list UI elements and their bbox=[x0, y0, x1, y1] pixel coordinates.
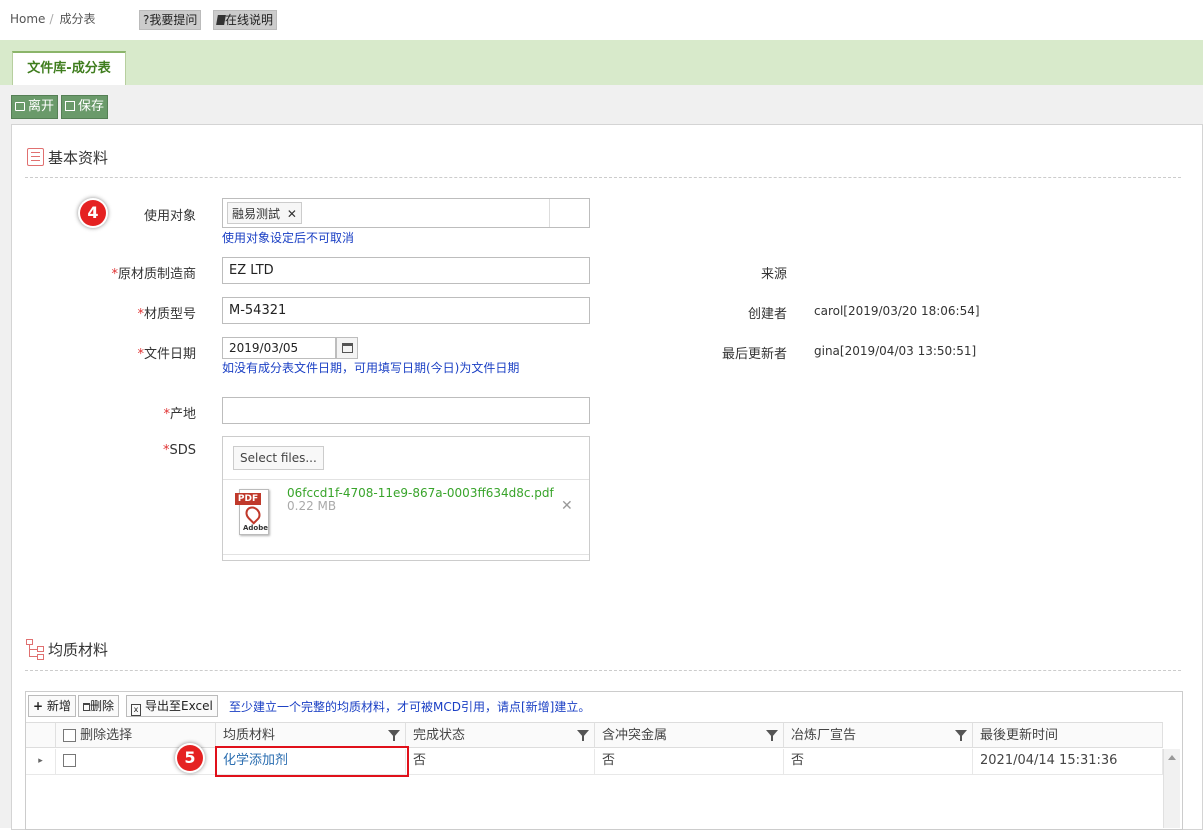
remove-file-icon[interactable]: ✕ bbox=[561, 498, 573, 514]
model-label-text: 材质型号 bbox=[143, 307, 196, 322]
origin-label: *产地 bbox=[76, 403, 196, 422]
smelter-cell: 否 bbox=[784, 749, 973, 775]
save-label: 保存 bbox=[78, 99, 105, 114]
creator-value: carol[2019/03/20 18:06:54] bbox=[814, 304, 980, 318]
sds-label-text: SDS bbox=[169, 443, 196, 458]
delete-label: 删除 bbox=[90, 699, 115, 713]
upload-bottom-divider bbox=[223, 554, 589, 555]
save-button[interactable]: 保存 bbox=[61, 95, 109, 119]
grid-scrollbar[interactable] bbox=[1163, 749, 1180, 828]
section-divider bbox=[25, 670, 1181, 671]
grid-header-smelter[interactable]: 冶炼厂宣告 bbox=[784, 722, 973, 748]
origin-label-text: 产地 bbox=[169, 407, 196, 422]
header-label: 冶炼厂宣告 bbox=[791, 728, 857, 743]
breadcrumb: Home / 成分表 bbox=[10, 10, 96, 27]
export-excel-button[interactable]: x 导出至Excel bbox=[126, 695, 218, 717]
docdate-label-text: 文件日期 bbox=[143, 347, 196, 362]
list-icon bbox=[27, 148, 44, 166]
tab-document-library[interactable]: 文件库-成分表 bbox=[12, 51, 126, 86]
updater-label: 最后更新者 bbox=[721, 347, 787, 362]
section-title-basic: 基本资料 bbox=[48, 149, 109, 167]
target-tag: 融易测試 ✕ bbox=[227, 202, 302, 224]
delete-material-button[interactable]: 删除 bbox=[78, 695, 120, 717]
target-tag-label: 融易测試 bbox=[232, 207, 281, 221]
calendar-button[interactable] bbox=[336, 337, 358, 359]
add-label: 新增 bbox=[46, 699, 71, 713]
target-label: 使用对象 bbox=[143, 209, 196, 224]
uploaded-file-size: 0.22 MB bbox=[287, 499, 337, 513]
calendar-icon bbox=[342, 343, 353, 353]
filter-icon[interactable] bbox=[388, 730, 400, 741]
source-label: 来源 bbox=[760, 267, 787, 282]
header-label: 删除选择 bbox=[80, 728, 133, 743]
select-files-button[interactable]: Select files... bbox=[233, 446, 324, 470]
grid-header-material[interactable]: 均质材料 bbox=[216, 722, 406, 748]
filter-icon[interactable] bbox=[577, 730, 589, 741]
tab-band bbox=[0, 40, 1203, 85]
upload-divider bbox=[223, 479, 589, 480]
pdf-file-icon: PDF Adobe bbox=[235, 489, 269, 535]
remove-tag-icon[interactable]: ✕ bbox=[287, 207, 297, 221]
section-divider bbox=[25, 177, 1181, 178]
grid-header-complete[interactable]: 完成状态 bbox=[406, 722, 595, 748]
step-badge-5: 5 bbox=[177, 745, 203, 771]
exit-icon bbox=[15, 102, 25, 111]
model-input[interactable]: M-54321 bbox=[222, 297, 590, 324]
docdate-hint: 如没有成分表文件日期，可用填写日期(今日)为文件日期 bbox=[222, 361, 520, 375]
header-label: 均质材料 bbox=[223, 728, 276, 743]
expand-row-icon[interactable]: ▸ bbox=[26, 749, 56, 775]
highlight-box bbox=[215, 746, 409, 777]
breadcrumb-current: 成分表 bbox=[59, 12, 96, 26]
tree-structure-icon bbox=[26, 639, 46, 661]
plus-icon: + bbox=[33, 699, 44, 713]
creator-label: 创建者 bbox=[747, 307, 787, 322]
docdate-input[interactable]: 2019/03/05 bbox=[222, 337, 336, 359]
filter-icon[interactable] bbox=[955, 730, 967, 741]
updater-value: gina[2019/04/03 13:50:51] bbox=[814, 344, 977, 358]
header-label: 最後更新时间 bbox=[980, 728, 1059, 743]
manufacturer-label-text: 原材质制造商 bbox=[117, 267, 196, 282]
excel-icon: x bbox=[131, 704, 141, 716]
materials-notice: 至少建立一个完整的均质材料，才可被MCD引用，请点[新增]建立。 bbox=[229, 700, 591, 714]
export-label: 导出至Excel bbox=[145, 699, 213, 713]
select-divider bbox=[549, 199, 550, 227]
row-select-checkbox[interactable] bbox=[63, 754, 76, 767]
sds-label: *SDS bbox=[76, 443, 196, 458]
leave-button[interactable]: 离开 bbox=[11, 95, 59, 119]
manufacturer-label: *原材质制造商 bbox=[76, 263, 196, 282]
trash-icon bbox=[83, 703, 90, 711]
add-material-button[interactable]: + 新增 bbox=[28, 695, 76, 717]
manufacturer-input[interactable]: EZ LTD bbox=[222, 257, 590, 284]
online-help-label: 在线说明 bbox=[225, 13, 274, 27]
leave-label: 离开 bbox=[28, 99, 55, 114]
target-hint: 使用对象设定后不可取消 bbox=[222, 231, 355, 245]
section-title-materials: 均质材料 bbox=[48, 641, 109, 659]
filter-icon[interactable] bbox=[766, 730, 778, 741]
grid-header-conflict[interactable]: 含冲突金属 bbox=[595, 722, 784, 748]
header-label: 完成状态 bbox=[413, 728, 466, 743]
conflict-cell: 否 bbox=[595, 749, 784, 775]
select-all-checkbox[interactable] bbox=[63, 729, 76, 742]
pdf-brand-label: Adobe bbox=[243, 524, 268, 532]
floppy-icon bbox=[65, 101, 75, 111]
header-label: 含冲突金属 bbox=[602, 728, 668, 743]
online-help-button[interactable]: 在线说明 bbox=[213, 10, 278, 30]
breadcrumb-home[interactable]: Home bbox=[10, 12, 45, 26]
updated-cell: 2021/04/14 15:31:36 bbox=[973, 749, 1163, 775]
ask-question-label: ?我要提问 bbox=[143, 13, 198, 27]
grid-header-expand bbox=[26, 722, 56, 748]
complete-cell: 否 bbox=[406, 749, 595, 775]
pdf-icon-label: PDF bbox=[235, 493, 261, 505]
origin-input[interactable] bbox=[222, 397, 590, 424]
model-label: *材质型号 bbox=[76, 303, 196, 322]
grid-header-updated[interactable]: 最後更新时间 bbox=[973, 722, 1163, 748]
docdate-label: *文件日期 bbox=[76, 343, 196, 362]
scroll-up-icon[interactable] bbox=[1168, 755, 1176, 760]
sds-upload: Select files... PDF Adobe 06fccd1f-4708-… bbox=[222, 436, 590, 561]
grid-header-select: 删除选择 bbox=[56, 722, 216, 748]
uploaded-file-name[interactable]: 06fccd1f-4708-11e9-867a-0003ff634d8c.pdf bbox=[287, 486, 554, 500]
ask-question-button[interactable]: ?我要提问 bbox=[139, 10, 202, 30]
breadcrumb-separator: / bbox=[49, 12, 54, 26]
target-multiselect[interactable]: 融易测試 ✕ bbox=[222, 198, 590, 228]
